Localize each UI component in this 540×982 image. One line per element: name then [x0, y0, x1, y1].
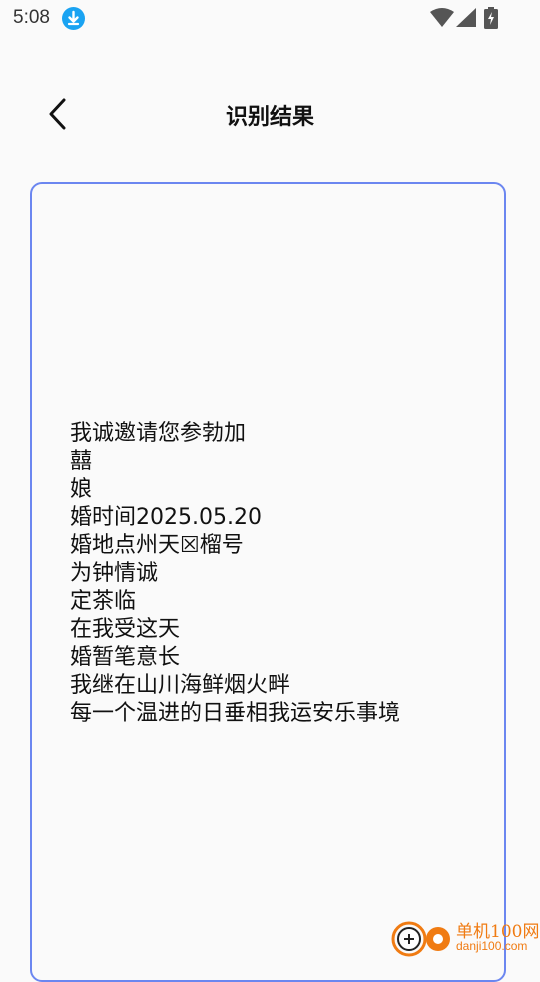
recognized-text[interactable]: 我诚邀请您参勃加 囍 娘 婚时间2025.05.20 婚地点州天☒榴号 为钟情诚… — [70, 420, 500, 728]
text-line: 定茶临 — [70, 589, 137, 614]
text-line: 我诚邀请您参勃加 — [70, 421, 247, 446]
watermark: 单机100网 danji100.com — [390, 915, 540, 960]
status-bar: 5:08 — [0, 0, 540, 36]
text-line: 每一个温进的日垂相我运安乐事境 — [70, 701, 401, 726]
text-line: 囍 — [70, 449, 93, 474]
battery-charging-icon — [484, 7, 498, 33]
text-line: 婚暂笔意长 — [70, 645, 181, 670]
page-title: 识别结果 — [225, 105, 314, 130]
text-line: 我继在山川海鲜烟火畔 — [70, 673, 291, 698]
text-line: 娘 — [70, 477, 93, 502]
wifi-icon — [430, 8, 454, 32]
status-time: 5:08 — [13, 7, 50, 28]
download-icon — [62, 7, 85, 30]
watermark-logo-icon — [391, 921, 450, 957]
result-text-card[interactable]: 我诚邀请您参勃加 囍 娘 婚时间2025.05.20 婚地点州天☒榴号 为钟情诚… — [30, 182, 506, 982]
text-line: 婚时间2025.05.20 — [70, 505, 262, 530]
signal-icon — [455, 8, 477, 32]
text-line: 在我受这天 — [70, 617, 181, 642]
text-line: 为钟情诚 — [70, 561, 159, 586]
text-line: 婚地点州天☒榴号 — [70, 533, 244, 558]
watermark-url: danji100.com — [456, 939, 528, 953]
